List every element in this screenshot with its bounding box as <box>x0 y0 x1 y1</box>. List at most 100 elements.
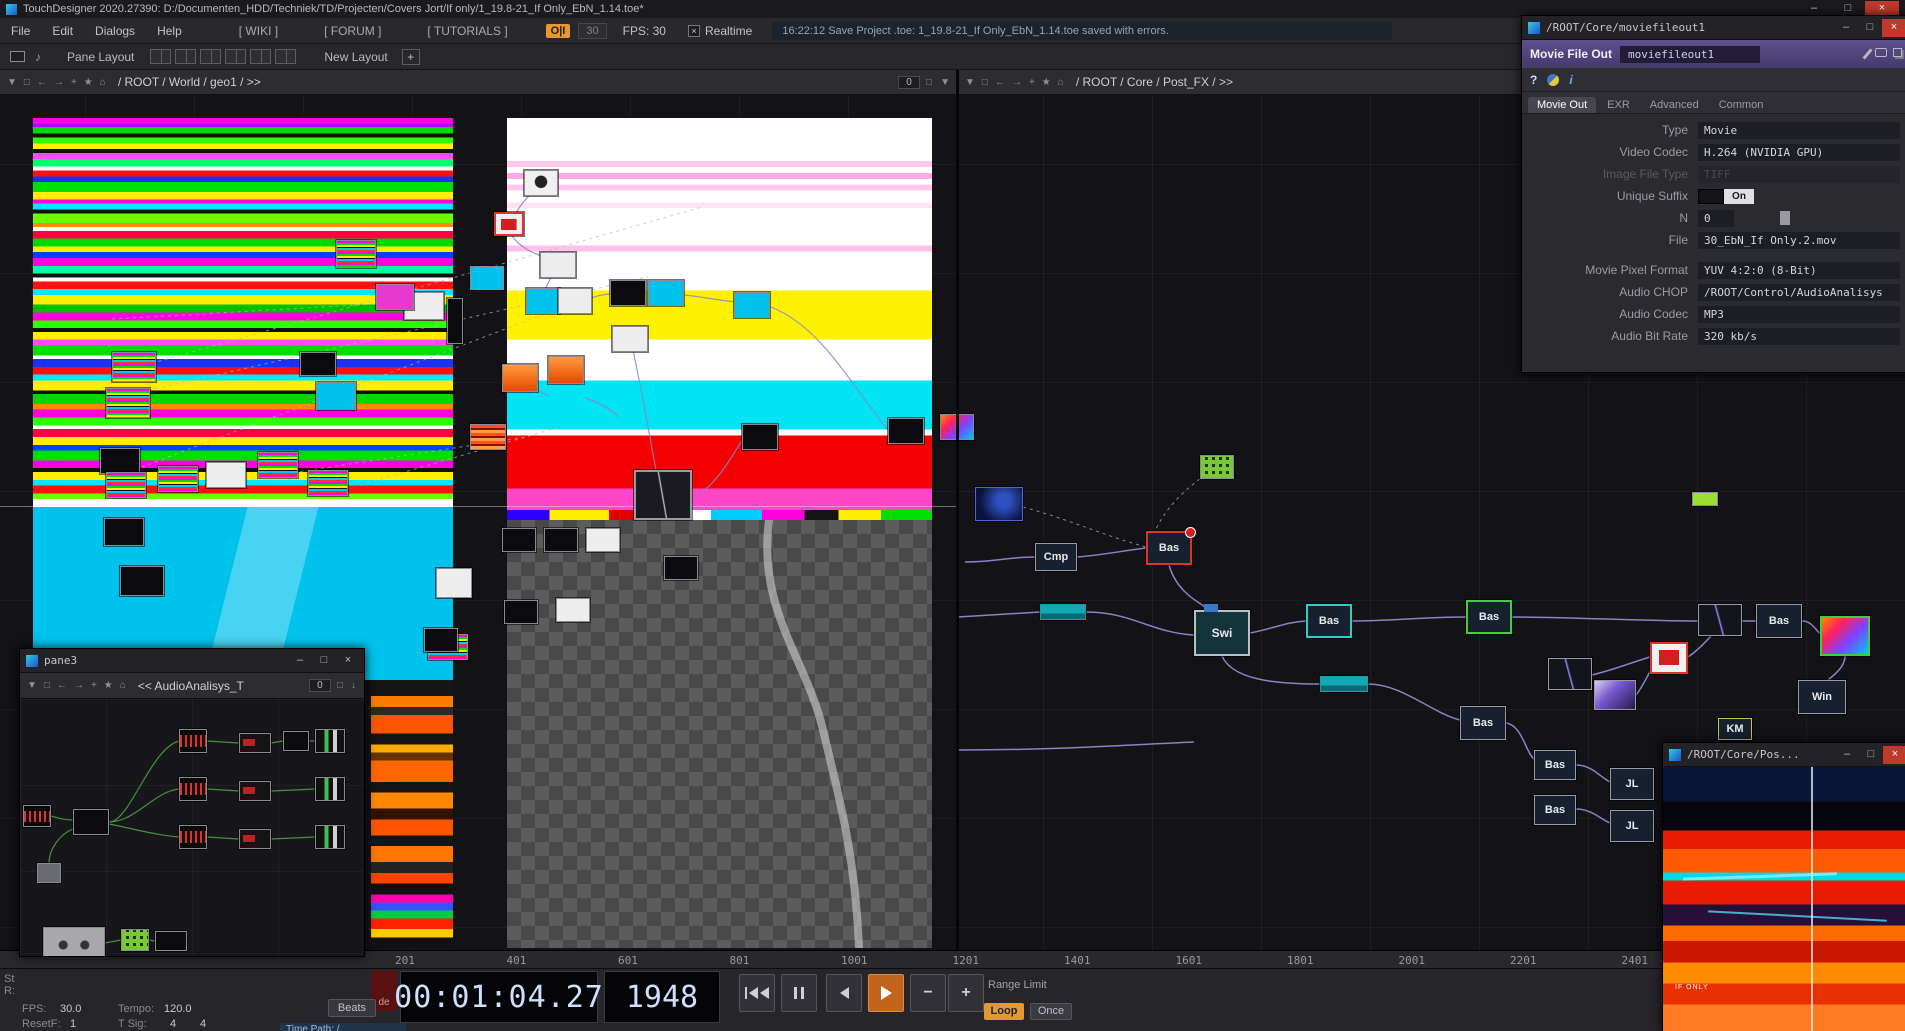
layout-preset-button[interactable] <box>150 49 172 64</box>
add-icon[interactable]: + <box>71 77 77 88</box>
param-value-field[interactable]: 0 <box>1698 209 1734 227</box>
node[interactable] <box>100 448 140 474</box>
audio-network-pane[interactable] <box>20 699 364 956</box>
pane-depth-field[interactable]: 0 <box>308 679 331 692</box>
frame-display[interactable]: 1948 <box>604 971 720 1023</box>
realtime-checkbox[interactable]: × <box>687 24 700 37</box>
node[interactable] <box>556 598 590 622</box>
beats-button[interactable]: Beats <box>328 999 376 1017</box>
node[interactable] <box>23 805 51 827</box>
node[interactable] <box>526 288 560 314</box>
node-bas[interactable]: Bas <box>1756 604 1802 638</box>
node[interactable] <box>742 424 778 450</box>
new-layout-button[interactable]: New Layout <box>324 50 387 64</box>
node[interactable] <box>470 266 504 290</box>
comment-icon[interactable] <box>1875 48 1887 57</box>
node[interactable] <box>104 518 144 546</box>
node[interactable] <box>239 733 271 753</box>
breadcrumb-geo[interactable]: / ROOT / World / geo1 / >> <box>118 75 261 89</box>
minimize-icon[interactable]: – <box>288 652 312 670</box>
node[interactable] <box>436 568 472 598</box>
node-swi[interactable]: Swi <box>1194 604 1250 656</box>
node[interactable] <box>1698 604 1742 636</box>
node[interactable] <box>300 352 336 376</box>
layout-preset-button[interactable] <box>200 49 222 64</box>
node[interactable] <box>179 777 207 801</box>
node[interactable] <box>315 729 345 753</box>
menu-edit[interactable]: Edit <box>41 24 84 38</box>
node[interactable] <box>558 288 592 314</box>
node-bas[interactable]: Bas <box>1306 604 1352 638</box>
node[interactable] <box>158 466 198 492</box>
play-button[interactable] <box>868 974 904 1012</box>
slider-grip[interactable] <box>1780 211 1790 225</box>
node[interactable] <box>1692 492 1718 506</box>
add-layout-button[interactable]: + <box>401 48 420 65</box>
once-button[interactable]: Once <box>1030 1003 1072 1020</box>
frame-plus-button[interactable]: + <box>948 974 984 1012</box>
layout-preset-button[interactable] <box>275 49 297 64</box>
node[interactable] <box>179 729 207 753</box>
node[interactable] <box>1594 680 1636 710</box>
menu-link[interactable]: [ FORUM ] <box>324 24 381 38</box>
collapse-icon[interactable]: ▼ <box>940 77 950 88</box>
node[interactable] <box>336 240 376 268</box>
node[interactable] <box>1200 455 1234 479</box>
parameter-titlebar[interactable]: /ROOT/Core/moviefileout1 – □ × <box>1522 16 1905 40</box>
param-value-field[interactable]: H.264 (NVIDIA GPU) <box>1698 143 1900 161</box>
node[interactable] <box>106 388 150 418</box>
minimize-icon[interactable]: – <box>1834 19 1858 37</box>
pause-button[interactable] <box>781 974 817 1012</box>
step-back-button[interactable] <box>826 974 862 1012</box>
node[interactable] <box>239 829 271 849</box>
maximize-icon[interactable]: □ <box>1858 19 1882 37</box>
bookmark-icon[interactable]: ★ <box>104 680 113 691</box>
monitor-icon[interactable] <box>10 51 25 62</box>
info-icon[interactable]: i <box>1569 73 1572 87</box>
frame-minus-button[interactable]: − <box>910 974 946 1012</box>
perform-mode-badge[interactable]: O|I <box>545 23 571 38</box>
toggle-on-button[interactable]: On <box>1724 188 1754 204</box>
operator-name-field[interactable]: moviefileout1 <box>1620 45 1761 63</box>
layout-preset-button[interactable] <box>250 49 272 64</box>
node[interactable] <box>975 487 1023 521</box>
tsig-value-1[interactable]: 4 <box>170 1018 176 1030</box>
node[interactable] <box>120 566 164 596</box>
menu-file[interactable]: File <box>0 24 41 38</box>
tab-advanced[interactable]: Advanced <box>1641 97 1708 113</box>
tab-exr[interactable]: EXR <box>1598 97 1639 113</box>
node[interactable] <box>447 298 463 344</box>
split-icon[interactable]: □ <box>337 680 343 691</box>
resetf-value[interactable]: 1 <box>70 1018 76 1030</box>
node[interactable] <box>494 212 524 236</box>
node[interactable] <box>424 628 458 652</box>
node-jl[interactable]: JL <box>1610 810 1654 842</box>
close-icon[interactable]: × <box>1882 18 1905 37</box>
forward-icon[interactable]: → <box>1012 77 1022 88</box>
node-bas[interactable]: Bas <box>1466 600 1512 634</box>
node[interactable] <box>612 326 648 352</box>
back-icon[interactable]: ← <box>57 680 67 691</box>
close-icon[interactable]: × <box>336 652 360 670</box>
node[interactable] <box>315 777 345 801</box>
pane3-titlebar[interactable]: pane3 – □ × <box>20 649 364 673</box>
param-value-field[interactable]: MP3 <box>1698 305 1900 323</box>
node[interactable] <box>664 556 698 580</box>
pane-menu-icon[interactable]: ▼ <box>27 680 37 691</box>
node[interactable] <box>308 470 348 496</box>
split-icon[interactable]: □ <box>926 77 932 88</box>
node-bas[interactable]: Bas <box>1146 527 1196 565</box>
maximize-icon[interactable]: □ <box>1859 746 1883 764</box>
node[interactable] <box>179 825 207 849</box>
node-jl[interactable]: JL <box>1610 768 1654 800</box>
toggle-track[interactable] <box>1698 188 1724 204</box>
node[interactable] <box>106 472 146 498</box>
node[interactable] <box>1820 616 1870 656</box>
pane-depth-field[interactable]: 0 <box>898 75 921 89</box>
node[interactable] <box>548 356 584 384</box>
node-bas[interactable]: Bas <box>1460 706 1506 740</box>
loop-button[interactable]: Loop <box>984 1003 1024 1020</box>
viewer-icon[interactable]: □ <box>24 77 30 88</box>
menu-link[interactable]: [ WIKI ] <box>239 24 278 38</box>
python-icon[interactable] <box>1547 73 1560 86</box>
